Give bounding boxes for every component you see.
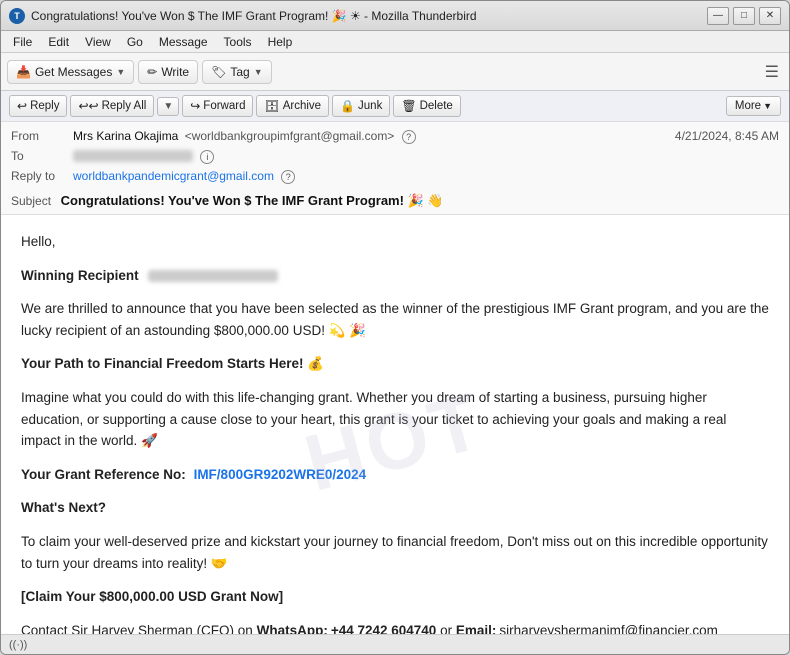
app-icon: T <box>9 8 25 24</box>
reply-all-button[interactable]: ↩↩ Reply All <box>70 95 154 117</box>
menu-help[interactable]: Help <box>260 33 301 51</box>
recipient-email-blurred <box>148 270 278 282</box>
grant-ref-label: Your Grant Reference No: <box>21 467 186 482</box>
forward-button[interactable]: ↪ Forward <box>182 95 253 117</box>
delete-button[interactable]: 🗑 Delete <box>393 95 460 117</box>
claim-link[interactable]: [Claim Your $800,000.00 USD Grant Now] <box>21 589 283 604</box>
main-window: T Congratulations! You've Won $ The IMF … <box>0 0 790 655</box>
from-row: From Mrs Karina Okajima <worldbankgroupi… <box>11 126 779 146</box>
write-icon: ✏ <box>147 65 157 79</box>
claim-link-line: [Claim Your $800,000.00 USD Grant Now] <box>21 586 769 608</box>
para1: We are thrilled to announce that you hav… <box>21 298 769 341</box>
heading2: Your Path to Financial Freedom Starts He… <box>21 353 769 375</box>
wifi-icon: ((·)) <box>9 639 27 651</box>
para3: To claim your well-deserved prize and ki… <box>21 531 769 574</box>
contact-line: Contact Sir Harvey Sherman (CFO) on What… <box>21 620 769 634</box>
status-bar: ((·)) <box>1 634 789 654</box>
email-header: ↩ Reply ↩↩ Reply All ▼ ↪ Forward 🗄 Archi… <box>1 91 789 215</box>
email-action-toolbar: ↩ Reply ↩↩ Reply All ▼ ↪ Forward 🗄 Archi… <box>1 91 789 122</box>
reply-dropdown[interactable]: ▼ <box>157 97 179 116</box>
more-button[interactable]: More ▼ <box>726 96 781 116</box>
reply-to-info-icon[interactable]: ? <box>281 170 295 184</box>
winning-recipient-line: Winning Recipient <box>21 265 769 287</box>
write-button[interactable]: ✏ Write <box>138 60 198 84</box>
to-value: i <box>73 149 779 164</box>
contact-email: sirharveyshermanimf@financier.com <box>499 623 718 634</box>
whatsapp-label: WhatsApp: <box>257 623 328 634</box>
minimize-button[interactable]: — <box>707 7 729 25</box>
reply-icon: ↩ <box>17 99 27 113</box>
from-value: Mrs Karina Okajima <worldbankgroupimfgra… <box>73 129 675 144</box>
greeting: Hello, <box>21 231 769 253</box>
email-body-container: HOT Hello, Winning Recipient We are thri… <box>1 215 789 634</box>
menu-go[interactable]: Go <box>119 33 151 51</box>
menu-message[interactable]: Message <box>151 33 216 51</box>
tag-dropdown-arrow[interactable]: ▼ <box>254 67 263 77</box>
delete-icon: 🗑 <box>401 99 416 113</box>
reply-button[interactable]: ↩ Reply <box>9 95 67 117</box>
maximize-button[interactable]: □ <box>733 7 755 25</box>
menu-tools[interactable]: Tools <box>216 33 260 51</box>
to-row: To i <box>11 146 779 166</box>
window-title: Congratulations! You've Won $ The IMF Gr… <box>31 9 707 23</box>
to-info-icon[interactable]: i <box>200 150 214 164</box>
junk-button[interactable]: 🔒 Junk <box>332 95 390 117</box>
reply-to-row: Reply to worldbankpandemicgrant@gmail.co… <box>11 166 779 186</box>
heading3: What's Next? <box>21 497 769 519</box>
get-messages-dropdown-arrow[interactable]: ▼ <box>116 67 125 77</box>
email-body: HOT Hello, Winning Recipient We are thri… <box>1 215 789 634</box>
get-messages-button[interactable]: 📥 Get Messages ▼ <box>7 60 134 84</box>
main-toolbar: 📥 Get Messages ▼ ✏ Write 🏷 Tag ▼ ☰ <box>1 53 789 91</box>
junk-icon: 🔒 <box>340 99 355 113</box>
menu-file[interactable]: File <box>5 33 40 51</box>
archive-icon: 🗄 <box>264 99 279 113</box>
menu-edit[interactable]: Edit <box>40 33 77 51</box>
tag-button[interactable]: 🏷 Tag ▼ <box>202 60 272 84</box>
reply-all-icon: ↩↩ <box>78 99 98 113</box>
close-button[interactable]: ✕ <box>759 7 781 25</box>
menu-bar: File Edit View Go Message Tools Help <box>1 31 789 53</box>
email-meta: From Mrs Karina Okajima <worldbankgroupi… <box>1 122 789 190</box>
forward-icon: ↪ <box>190 99 200 113</box>
window-controls: — □ ✕ <box>707 7 781 25</box>
email-label: Email: <box>456 623 497 634</box>
whatsapp-number: +44 7242 604740 <box>331 623 436 634</box>
to-blurred <box>73 150 193 162</box>
hamburger-menu[interactable]: ☰ <box>761 58 783 86</box>
from-info-icon[interactable]: ? <box>402 130 416 144</box>
archive-button[interactable]: 🗄 Archive <box>256 95 329 117</box>
reply-to-value: worldbankpandemicgrant@gmail.com ? <box>73 169 779 184</box>
grant-ref-line: Your Grant Reference No: IMF/800GR9202WR… <box>21 464 769 486</box>
title-bar: T Congratulations! You've Won $ The IMF … <box>1 1 789 31</box>
winning-recipient-label: Winning Recipient <box>21 268 139 283</box>
more-dropdown-arrow: ▼ <box>763 101 772 111</box>
para2: Imagine what you could do with this life… <box>21 387 769 452</box>
menu-view[interactable]: View <box>77 33 119 51</box>
subject-row: Subject Congratulations! You've Won $ Th… <box>1 190 789 214</box>
email-date: 4/21/2024, 8:45 AM <box>675 129 779 143</box>
grant-ref-value[interactable]: IMF/800GR9202WRE0/2024 <box>194 467 367 482</box>
get-messages-icon: 📥 <box>16 65 31 79</box>
subject-text: Congratulations! You've Won $ The IMF Gr… <box>61 193 444 208</box>
tag-icon: 🏷 <box>211 65 226 79</box>
